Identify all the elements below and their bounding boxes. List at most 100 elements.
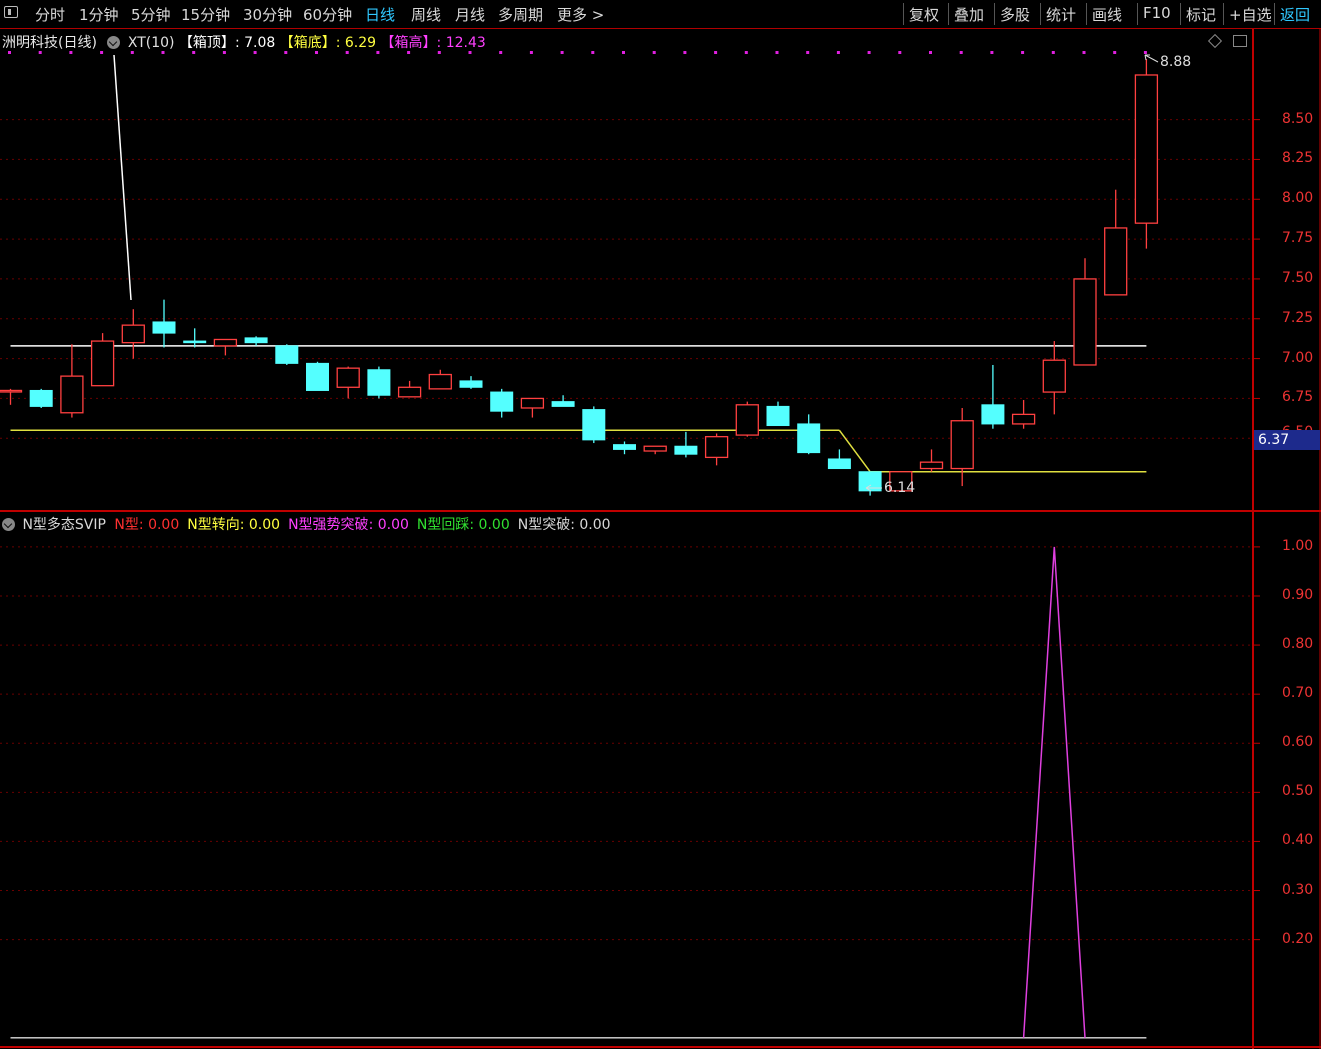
candle-body-up: [1073, 278, 1097, 366]
candle-body-up: [1134, 74, 1159, 224]
candle-body-down: [797, 423, 821, 454]
candle-body-up: [90, 340, 115, 387]
candle-body-down: [306, 362, 329, 391]
price-axis-label: 8.00: [1282, 190, 1314, 207]
price-axis-label: 8.25: [1282, 150, 1314, 167]
candle-body-down: [183, 340, 207, 344]
sub-field-label-3: N型回踩: [416, 517, 470, 533]
box-high-dot: [1143, 51, 1147, 54]
signal-axis-label: 0.40: [1282, 832, 1314, 849]
box-bottom-value: : 6.29: [335, 35, 377, 51]
price-axis-label: 7.00: [1282, 349, 1314, 366]
candle-body-down: [827, 458, 851, 470]
signal-axis-label: 0.30: [1282, 881, 1314, 898]
box-top-value: : 7.08: [234, 35, 276, 51]
box-high-dot: [744, 51, 748, 54]
box-high-dot: [898, 51, 902, 54]
low-marker-value: 6.14: [884, 480, 916, 496]
candle-body-down: [275, 345, 299, 364]
box-high-dot: [867, 51, 871, 54]
candle-body-down: [459, 380, 483, 388]
candle-body-up: [520, 397, 545, 409]
candle-body-up: [1042, 359, 1066, 393]
indicator-name[interactable]: XT(10): [128, 35, 175, 51]
box-high-dot: [591, 51, 595, 54]
candle-body-up: [0, 389, 23, 393]
candle-body-down: [582, 409, 606, 441]
signal-axis-label: 0.60: [1282, 734, 1314, 751]
candle-body-up: [643, 445, 667, 452]
sub-field-label-2: N型强势突破: [288, 517, 369, 533]
price-axis-label: 7.50: [1282, 269, 1314, 286]
box-high-dot: [622, 51, 625, 54]
candle-body-up: [919, 461, 944, 470]
candle-body-up: [121, 324, 145, 344]
box-high-dot: [683, 51, 687, 54]
box-high-dot: [836, 51, 840, 54]
current-price-tag: 6.37: [1254, 430, 1320, 450]
box-top-label: 【箱顶】: [178, 35, 235, 51]
box-high-dot: [499, 51, 503, 54]
candle-body-up: [336, 367, 360, 388]
sub-panel-header: N型多态SVIP N型: 0.00 N型转向: 0.00 N型强势突破: 0.00 N…: [2, 514, 619, 534]
indicator-dropdown-icon[interactable]: [107, 36, 121, 49]
sub-field-value-2: : 0.00: [368, 517, 409, 533]
high-marker-value: 8.88: [1160, 54, 1192, 70]
sub-indicator-name[interactable]: N型多态SVIP: [22, 517, 106, 533]
candle-body-down: [551, 401, 575, 407]
candle-body-down: [613, 444, 636, 450]
box-high-dot: [529, 51, 533, 54]
candle-body-up: [1104, 227, 1128, 296]
candle-body-down: [29, 389, 53, 407]
candle-body-down: [152, 321, 176, 334]
signal-axis-label: 0.20: [1282, 930, 1314, 947]
low-marker: 6.14: [884, 480, 915, 496]
candle-body-up: [397, 386, 422, 398]
box-bottom-label: 【箱底】: [279, 35, 336, 51]
box-high-dot: [929, 51, 932, 54]
candle-body-down: [766, 405, 790, 427]
box-high-dot: [1021, 51, 1025, 54]
box-high-dot: [990, 51, 994, 54]
price-axis-label: 7.25: [1282, 309, 1314, 326]
candle-body-down: [490, 391, 514, 412]
signal-axis-label: 0.90: [1282, 586, 1314, 603]
candle-body-up: [950, 420, 974, 470]
box-high-dot: [775, 51, 779, 54]
sub-field-label-0: N型: [114, 517, 139, 533]
sub-field-value-4: : 0.00: [570, 517, 611, 533]
candle-body-down: [244, 337, 268, 344]
signal-axis-label: 0.80: [1282, 636, 1314, 653]
candle-body-up: [704, 436, 729, 459]
sub-field-value-3: : 0.00: [469, 517, 510, 533]
box-high-dot: [1082, 51, 1086, 54]
main-panel-header: 洲明科技(日线) XT(10) 【箱顶】: 7.08 【箱底】: 6.29 【箱…: [2, 32, 486, 52]
box-high-dot: [959, 51, 963, 54]
sub-field-label-4: N型突破: [517, 517, 571, 533]
price-axis-label: 7.75: [1282, 230, 1314, 247]
signal-axis-label: 0.70: [1282, 685, 1314, 702]
stock-title[interactable]: 洲明科技(日线): [2, 35, 97, 51]
high-marker: 8.88: [1160, 54, 1191, 70]
candle-body-down: [981, 404, 1005, 425]
box-high-label: 【箱高】: [380, 35, 437, 51]
box-high-dot: [560, 51, 564, 54]
signal-axis-label: 0.50: [1282, 783, 1314, 800]
sub-field-value-0: : 0.00: [138, 517, 180, 533]
candle-body-down: [674, 445, 698, 455]
box-high-value: : 12.43: [436, 35, 486, 51]
signal-axis-label: 1.00: [1282, 537, 1314, 554]
sub-field-value-1: : 0.00: [239, 517, 281, 533]
box-high-dot: [1113, 51, 1117, 54]
box-high-dot: [806, 51, 810, 54]
trend-line: [113, 54, 132, 301]
box-high-dot: [652, 51, 656, 54]
candle-body-up: [428, 373, 452, 390]
candle-body-up: [213, 338, 238, 347]
sub-indicator-dropdown-icon[interactable]: [2, 518, 15, 531]
sub-field-label-1: N型转向: [187, 517, 240, 533]
panel-toggle-icon[interactable]: [1233, 35, 1247, 47]
candle-body-down: [367, 369, 391, 396]
price-axis-label: 6.75: [1282, 389, 1314, 406]
box-high-dot: [714, 51, 718, 54]
